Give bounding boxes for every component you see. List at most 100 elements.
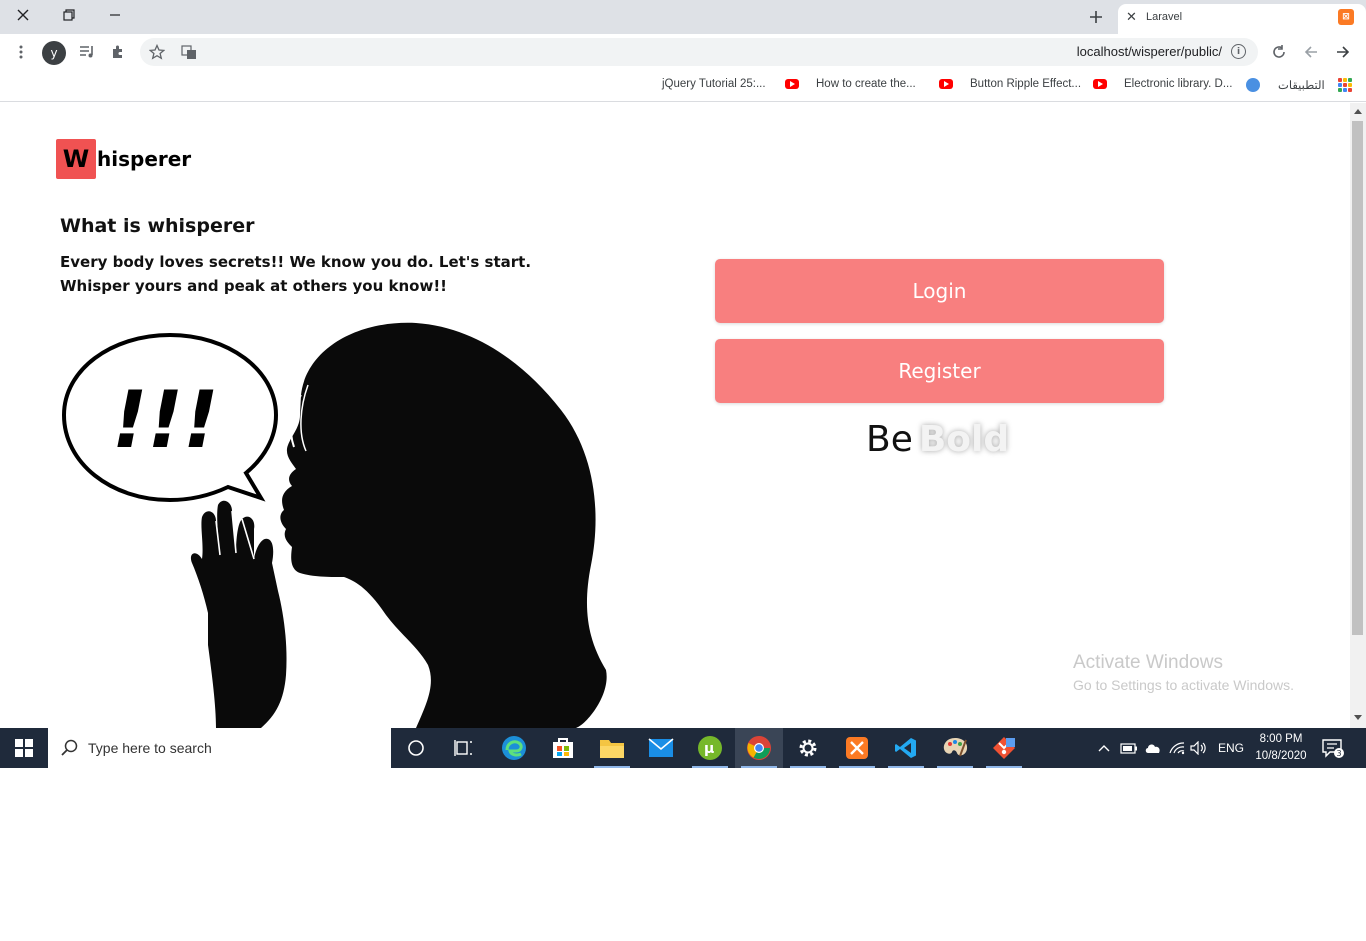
tab-close-icon[interactable]: ✕ — [1126, 10, 1137, 25]
media-control-button[interactable] — [76, 41, 98, 63]
woman-silhouette — [280, 322, 607, 728]
translate-button[interactable] — [178, 41, 200, 63]
taskbar-paint[interactable] — [931, 728, 979, 768]
minimize-window-button[interactable] — [92, 0, 138, 30]
star-icon — [149, 44, 165, 60]
xampp-favicon-icon: ⊠ — [1338, 9, 1354, 25]
reload-icon — [1273, 45, 1285, 58]
cortana-button[interactable] — [392, 728, 440, 768]
speaker-icon — [1190, 741, 1206, 755]
bookmark-electronic-library[interactable]: Electronic library. D... — [1124, 78, 1232, 90]
logo-initial: W — [56, 139, 96, 179]
cortana-circle-icon — [408, 740, 424, 756]
battery-tray-button[interactable] — [1120, 728, 1138, 768]
page-scrollbar[interactable] — [1350, 103, 1366, 728]
show-hidden-icons-button[interactable] — [1098, 728, 1110, 768]
scroll-up-arrow-icon[interactable] — [1354, 109, 1362, 114]
bookmark-how-to-create[interactable]: How to create the... — [816, 78, 916, 90]
reload-button[interactable] — [1268, 41, 1290, 63]
arrow-right-icon — [1337, 46, 1350, 58]
bubble-exclamations: !!! — [112, 376, 219, 466]
back-button[interactable] — [1300, 41, 1322, 63]
tagline-be: Be — [866, 419, 913, 460]
bookmark-jquery-tutorial[interactable]: jQuery Tutorial 25:... — [662, 78, 766, 90]
login-button[interactable]: Login — [715, 259, 1164, 323]
url-text[interactable]: localhost/wisperer/public/ — [1077, 44, 1222, 59]
bookmark-button-ripple[interactable]: Button Ripple Effect... — [970, 78, 1081, 90]
new-tab-button[interactable] — [1083, 5, 1109, 29]
taskbar-xampp[interactable] — [833, 728, 881, 768]
running-indicator — [790, 766, 826, 768]
gear-icon — [799, 739, 817, 757]
browser-tab-bar: ✕ Laravel ⊠ — [0, 0, 1366, 34]
youtube-icon — [785, 79, 799, 89]
apps-grid-icon[interactable] — [1338, 78, 1352, 92]
register-button[interactable]: Register — [715, 339, 1164, 403]
running-indicator — [741, 766, 777, 768]
logo-text: hisperer — [97, 147, 192, 171]
scrollbar-thumb[interactable] — [1352, 121, 1363, 635]
onedrive-tray-button[interactable] — [1144, 728, 1162, 768]
close-window-button[interactable] — [0, 0, 46, 30]
search-placeholder: Type here to search — [88, 740, 212, 756]
running-indicator — [888, 766, 924, 768]
taskbar-file-explorer[interactable] — [588, 728, 636, 768]
taskbar-chrome[interactable] — [735, 728, 783, 768]
action-center-button[interactable]: 3 — [1322, 728, 1344, 768]
running-indicator — [594, 766, 630, 768]
svg-text:µ: µ — [704, 741, 714, 757]
browser-menu-button[interactable] — [10, 41, 32, 63]
task-view-button[interactable] — [440, 728, 488, 768]
taskbar-mail[interactable] — [637, 728, 685, 768]
taskbar-git-gui[interactable] — [980, 728, 1028, 768]
extensions-button[interactable] — [107, 41, 129, 63]
store-icon — [553, 738, 573, 758]
task-view-icon — [454, 740, 472, 756]
clock-date: 10/8/2020 — [1255, 750, 1307, 762]
folder-icon — [600, 740, 624, 758]
xampp-icon — [846, 737, 868, 759]
notification-count: 3 — [1337, 749, 1342, 758]
start-button[interactable] — [0, 728, 48, 768]
edge-icon — [502, 736, 526, 760]
vscode-icon — [895, 738, 916, 758]
globe-icon — [1246, 78, 1260, 92]
running-indicator — [692, 766, 728, 768]
taskbar-utorrent[interactable]: µ — [686, 728, 734, 768]
chrome-icon — [747, 736, 771, 760]
taskbar-edge[interactable] — [490, 728, 538, 768]
tagline: Be Bold — [866, 419, 1009, 460]
cloud-icon — [1145, 744, 1160, 753]
taskbar-clock[interactable]: 8:00 PM 10/8/2020 — [1250, 731, 1312, 765]
plus-icon — [1090, 11, 1102, 23]
kebab-menu-icon — [19, 45, 23, 59]
address-bar[interactable]: localhost/wisperer/public/ i — [140, 38, 1258, 66]
site-info-icon[interactable]: i — [1231, 44, 1246, 59]
site-logo[interactable]: W hisperer — [56, 139, 191, 179]
youtube-icon — [1093, 79, 1107, 89]
taskbar-vscode[interactable] — [882, 728, 930, 768]
volume-tray-button[interactable] — [1190, 728, 1208, 768]
battery-icon — [1120, 743, 1137, 754]
forward-button[interactable] — [1332, 41, 1354, 63]
tab-laravel[interactable]: ✕ Laravel ⊠ — [1118, 4, 1366, 34]
playlist-icon — [80, 46, 93, 58]
restore-icon — [63, 9, 75, 21]
paint-palette-icon — [943, 738, 968, 757]
bookmarks-bar: jQuery Tutorial 25:... How to create the… — [0, 70, 1366, 102]
bookmark-star-button[interactable] — [146, 41, 168, 63]
scroll-down-arrow-icon[interactable] — [1354, 715, 1362, 720]
bookmark-apps[interactable]: التطبيقات — [1278, 78, 1325, 92]
windows-logo-icon — [15, 739, 33, 757]
taskbar-settings[interactable] — [784, 728, 832, 768]
input-language-button[interactable]: ENG — [1218, 728, 1244, 768]
network-tray-button[interactable] — [1168, 728, 1186, 768]
puzzle-icon — [113, 45, 122, 58]
restore-window-button[interactable] — [46, 0, 92, 30]
profile-avatar[interactable]: y — [42, 41, 66, 65]
taskbar-store[interactable] — [539, 728, 587, 768]
minimize-icon — [110, 14, 120, 16]
search-icon — [61, 739, 78, 756]
activate-windows-subtitle: Go to Settings to activate Windows. — [1073, 677, 1294, 693]
taskbar-search[interactable]: Type here to search — [48, 728, 391, 768]
